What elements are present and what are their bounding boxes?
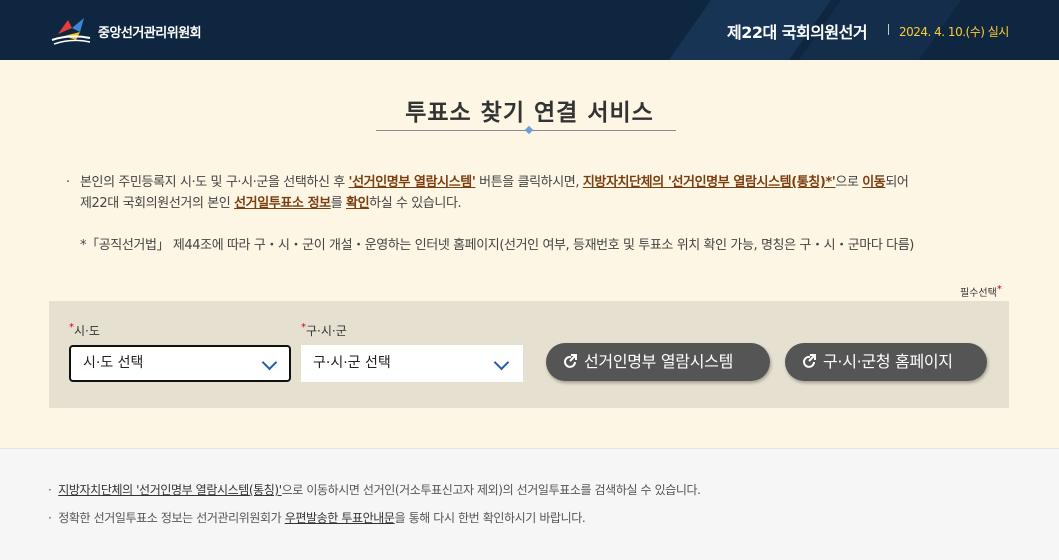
local-gov-system-text: 지방자치단체의 '선거인명부 열람시스템(통칭)*' bbox=[582, 175, 836, 190]
description-paragraph: 본인의 주민등록지 시·도 및 구·시·군을 선택하신 후 '선거인명부 열람시… bbox=[66, 172, 1026, 214]
gusigun-label: *구·시·군 bbox=[301, 322, 347, 339]
description-text: 되어 bbox=[885, 175, 909, 190]
service-description: · 본인의 주민등록지 시·도 및 구·시·군을 선택하신 후 '선거인명부 열… bbox=[66, 172, 1026, 256]
footer-note-text: 을 통해 다시 한번 확인하시기 바랍니다. bbox=[394, 511, 586, 525]
external-link-icon bbox=[803, 354, 816, 368]
register-system-button[interactable]: 선거인명부 열람시스템 bbox=[546, 343, 770, 381]
org-name[interactable]: 중앙선거관리위원회 bbox=[98, 22, 202, 41]
bullet: · bbox=[48, 511, 52, 525]
sido-label: *시·도 bbox=[69, 322, 100, 339]
required-note: 필수선택* bbox=[960, 284, 1002, 299]
footer-note-1: · 지방자치단체의 '선거인명부 열람시스템(통칭)'으로 이동하시면 선거인(… bbox=[48, 481, 701, 498]
title-diamond bbox=[524, 125, 534, 135]
footer-note-2: · 정확한 선거일투표소 정보는 선거관리위원회가 우편발송한 투표안내문을 통… bbox=[48, 509, 586, 526]
header-divider bbox=[888, 24, 889, 35]
register-system-button-label: 선거인명부 열람시스템 bbox=[584, 352, 733, 371]
description-text: 제22대 국회의원선거의 본인 bbox=[80, 196, 235, 211]
required-note-text: 필수선택 bbox=[960, 288, 997, 299]
footer-note-text: 으로 이동하시면 선거인(거소투표신고자 제외)의 선거일투표소를 검색하실 수… bbox=[281, 483, 701, 497]
external-link-icon bbox=[564, 354, 577, 368]
chevron-down-icon bbox=[493, 354, 510, 371]
gusigun-label-text: 구·시·군 bbox=[306, 324, 347, 338]
footer-notes: · 지방자치단체의 '선거인명부 열람시스템(통칭)'으로 이동하시면 선거인(… bbox=[0, 448, 1059, 560]
sido-select[interactable]: 시·도 선택 bbox=[69, 345, 291, 382]
description-text: 를 bbox=[330, 196, 347, 211]
move-text: 이동 bbox=[862, 175, 886, 190]
law-note: *「공직선거법」 제44조에 따라 구・시・군이 개설・운영하는 인터넷 홈페이… bbox=[80, 238, 914, 253]
homepage-button-label: 구·시·군청 홈페이지 bbox=[823, 352, 953, 371]
chevron-down-icon bbox=[261, 354, 278, 371]
description-text: 본인의 주민등록지 시·도 및 구·시·군을 선택하신 후 bbox=[80, 175, 349, 190]
gusigun-select-value: 구·시·군 선택 bbox=[313, 355, 391, 371]
page-title: 투표소 찾기 연결 서비스 bbox=[405, 100, 654, 126]
nec-logo-icon[interactable] bbox=[50, 14, 92, 46]
homepage-button[interactable]: 구·시·군청 홈페이지 bbox=[785, 343, 987, 381]
sido-select-value: 시·도 선택 bbox=[83, 355, 144, 371]
footer-note-text: 정확한 선거일투표소 정보는 선거관리위원회가 bbox=[58, 511, 285, 525]
election-date: 2024. 4. 10.(수) 실시 bbox=[899, 25, 1009, 39]
local-gov-system-link[interactable]: 지방자치단체의 '선거인명부 열람시스템(통칭)' bbox=[58, 483, 282, 497]
bullet: · bbox=[48, 483, 52, 497]
confirm-text: 확인 bbox=[346, 196, 370, 211]
register-system-link: '선거인명부 열람시스템' bbox=[348, 175, 476, 190]
polling-info-text: 선거일투표소 정보 bbox=[234, 196, 331, 211]
sido-label-text: 시·도 bbox=[74, 324, 100, 338]
bullet: · bbox=[66, 175, 70, 190]
site-header: 중앙선거관리위원회 제22대 국회의원선거 2024. 4. 10.(수) 실시 bbox=[0, 0, 1059, 60]
mailed-guide-text: 우편발송한 투표안내문 bbox=[284, 511, 395, 525]
required-mark: * bbox=[996, 284, 1002, 295]
description-text: 버튼을 클릭하시면, bbox=[475, 175, 583, 190]
gusigun-select[interactable]: 구·시·군 선택 bbox=[301, 345, 523, 382]
search-panel: *시·도 시·도 선택 *구·시·군 구·시·군 선택 선거인명부 열람시스템 … bbox=[49, 301, 1009, 408]
election-title: 제22대 국회의원선거 bbox=[727, 23, 868, 42]
description-text: 하실 수 있습니다. bbox=[369, 196, 462, 211]
description-text: 으로 bbox=[835, 175, 863, 190]
